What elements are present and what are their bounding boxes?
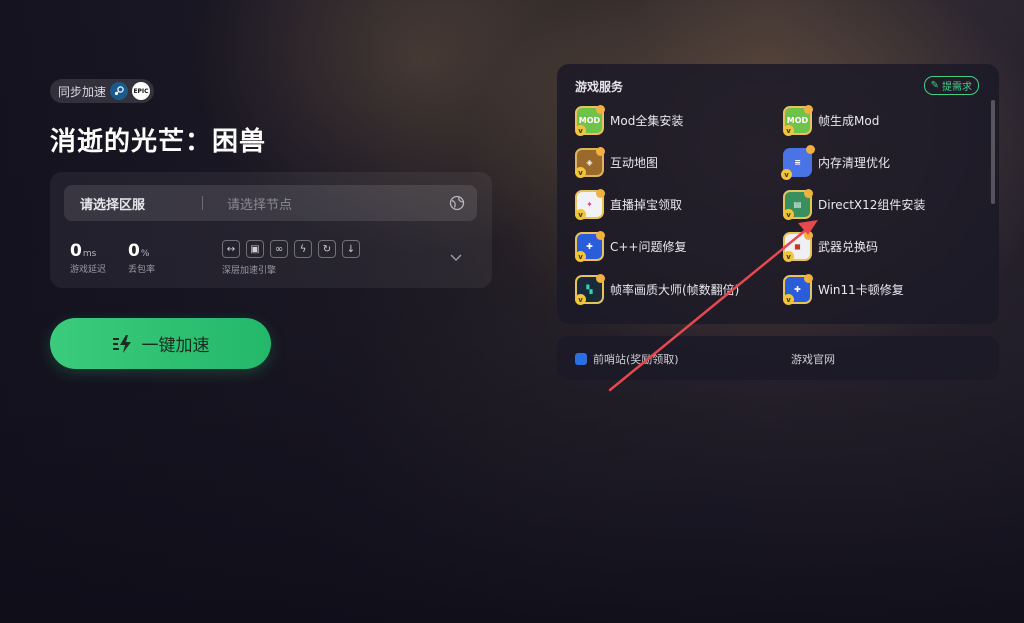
crown-dot-icon	[804, 274, 813, 283]
outpost-label: 前哨站(奖励领取)	[593, 353, 679, 366]
service-fps-master[interactable]: ▚ v 帧率画质大师(帧数翻倍)	[575, 274, 740, 305]
steam-icon	[110, 82, 129, 100]
latency-stat: 0ms 游戏延迟	[70, 241, 106, 275]
globe-icon[interactable]	[449, 195, 465, 211]
engine-icons: ↔ ▣ ∞ ϟ ↻ ↓	[222, 240, 360, 258]
loss-value: 0	[128, 241, 140, 261]
official-site-link[interactable]: 游戏官网	[791, 351, 835, 367]
link-icon[interactable]: ↔	[222, 240, 240, 258]
packet-loss-stat: 0% 丢包率	[128, 241, 155, 275]
live-icon: ✦ v	[575, 189, 605, 220]
game-services-panel: 游戏服务 ✎ 提需求 MOD v Mod全集安装 MOD v 帧生成Mod ◈ v 互…	[557, 64, 999, 324]
chain-icon[interactable]: ∞	[270, 240, 288, 258]
service-mod-install[interactable]: MOD v Mod全集安装	[575, 105, 684, 136]
map-icon: ◈ v	[575, 147, 605, 178]
sync-accelerate-badge[interactable]: 同步加速 EPIC	[50, 79, 155, 103]
outpost-link[interactable]: 前哨站(奖励领取)	[575, 351, 679, 367]
vip-badge-icon: v	[575, 209, 586, 220]
bolt-icon[interactable]: ϟ	[294, 240, 312, 258]
service-label: 武器兑换码	[818, 240, 879, 254]
code-icon: ◼ v	[783, 231, 813, 262]
service-directx12-install[interactable]: ▤ v DirectX12组件安装	[783, 189, 926, 220]
crown-dot-icon	[596, 274, 605, 283]
vip-badge-icon: v	[783, 125, 794, 136]
links-bar: 前哨站(奖励领取) 游戏官网	[557, 336, 999, 380]
epic-games-icon: EPIC	[132, 82, 151, 100]
region-select[interactable]: 请选择区服	[64, 194, 202, 213]
service-label: 内存清理优化	[818, 156, 891, 170]
memory-icon: ≡ v	[781, 145, 815, 180]
latency-label: 游戏延迟	[70, 265, 107, 275]
mod-icon: MOD v	[575, 105, 605, 136]
service-memory-cleanup[interactable]: ≡ v 内存清理优化	[781, 145, 891, 180]
lightning-icon	[112, 334, 131, 353]
accelerate-label: 一键加速	[141, 336, 210, 356]
service-label: Mod全集安装	[610, 114, 684, 128]
directx-icon: ▤ v	[783, 189, 813, 220]
selector-divider	[202, 196, 203, 210]
service-label: 直播掉宝领取	[610, 198, 683, 212]
download-icon[interactable]: ↓	[342, 240, 360, 258]
vip-badge-icon: v	[575, 125, 586, 136]
service-label: 互动地图	[610, 156, 659, 170]
crown-dot-icon	[804, 189, 813, 198]
crown-dot-icon	[596, 231, 605, 240]
window-icon[interactable]: ▣	[246, 240, 264, 258]
sync-label: 同步加速	[58, 84, 107, 99]
loss-unit: %	[140, 249, 150, 259]
service-cpp-fix[interactable]: ✚ v C++问题修复	[575, 231, 687, 262]
service-label: 帧率画质大师(帧数翻倍)	[610, 283, 740, 297]
crown-dot-icon	[804, 105, 813, 114]
crown-dot-icon	[596, 147, 605, 156]
vip-badge-icon: v	[781, 169, 792, 180]
outpost-icon	[575, 353, 587, 365]
service-frame-gen-mod[interactable]: MOD v 帧生成Mod	[783, 105, 880, 136]
service-label: 帧生成Mod	[818, 114, 880, 128]
request-feature-button[interactable]: ✎ 提需求	[923, 76, 979, 95]
service-interactive-map[interactable]: ◈ v 互动地图	[575, 147, 659, 178]
latency-value: 0	[70, 241, 82, 261]
latency-unit: ms	[82, 249, 97, 259]
refresh-icon[interactable]: ↻	[318, 240, 336, 258]
vip-badge-icon: v	[575, 167, 586, 178]
game-title: 消逝的光芒：困兽	[50, 127, 267, 157]
request-label: 提需求	[942, 82, 972, 93]
service-label: DirectX12组件安装	[818, 198, 926, 212]
engine-label: 深层加速引擎	[222, 266, 277, 276]
crown-dot-icon	[596, 189, 605, 198]
wrench-icon: ✚ v	[783, 274, 813, 305]
vip-badge-icon: v	[575, 294, 586, 305]
services-title: 游戏服务	[575, 80, 624, 94]
vip-badge-icon: v	[783, 251, 794, 262]
vip-badge-icon: v	[575, 251, 586, 262]
service-label: Win11卡顿修复	[818, 283, 904, 297]
vip-badge-icon: v	[783, 294, 794, 305]
vip-badge-icon: v	[783, 209, 794, 220]
service-weapon-code[interactable]: ◼ v 武器兑换码	[783, 231, 879, 262]
crown-dot-icon	[806, 145, 815, 154]
services-scrollbar[interactable]	[991, 100, 995, 204]
server-selector[interactable]: 请选择区服 请选择节点	[64, 185, 477, 221]
fps-icon: ▚ v	[575, 274, 605, 305]
crown-dot-icon	[596, 105, 605, 114]
pencil-icon: ✎	[930, 80, 939, 91]
mod-icon: MOD v	[783, 105, 813, 136]
loss-label: 丢包率	[128, 265, 156, 275]
chevron-down-icon[interactable]	[449, 250, 463, 264]
one-click-accelerate-button[interactable]: 一键加速	[50, 318, 271, 369]
service-win11-fix[interactable]: ✚ v Win11卡顿修复	[783, 274, 904, 305]
service-label: C++问题修复	[610, 240, 687, 254]
wrench-icon: ✚ v	[575, 231, 605, 262]
service-live-drops[interactable]: ✦ v 直播掉宝领取	[575, 189, 683, 220]
node-select[interactable]: 请选择节点	[227, 194, 449, 213]
crown-dot-icon	[804, 231, 813, 240]
